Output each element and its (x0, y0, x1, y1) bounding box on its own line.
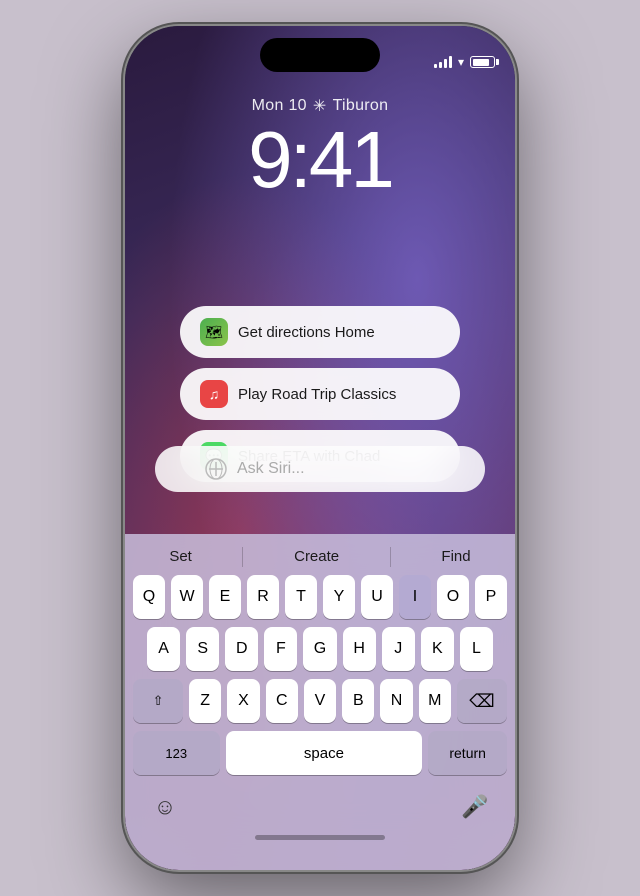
space-key[interactable]: space (226, 731, 423, 775)
battery-icon (470, 56, 495, 68)
screen: ▾ Mon 10 ✳︎ Tiburon 9:41 🗺 Get direction… (125, 26, 515, 870)
signal-icon (434, 56, 452, 68)
key-n[interactable]: N (380, 679, 412, 723)
phone-frame: ▾ Mon 10 ✳︎ Tiburon 9:41 🗺 Get direction… (125, 26, 515, 870)
clock-area: Mon 10 ✳︎ Tiburon 9:41 (125, 96, 515, 200)
mic-button[interactable]: 🎤 (455, 787, 495, 827)
maps-icon: 🗺 (200, 318, 228, 346)
keyboard-bottom-bar: ☺ 🎤 (129, 783, 511, 829)
key-a[interactable]: A (147, 627, 180, 671)
numbers-key[interactable]: 123 (133, 731, 220, 775)
key-k[interactable]: K (421, 627, 454, 671)
key-u[interactable]: U (361, 575, 393, 619)
key-h[interactable]: H (343, 627, 376, 671)
clock-time: 9:41 (125, 120, 515, 200)
siri-placeholder: Ask Siri... (237, 460, 305, 478)
clock-date: Mon 10 ✳︎ Tiburon (125, 96, 515, 116)
suggestion-directions-label: Get directions Home (238, 324, 375, 341)
keyboard-row-3: ⇧ Z X C V B N M ⌫ (129, 679, 511, 723)
wifi-icon: ▾ (458, 55, 464, 69)
key-g[interactable]: G (303, 627, 336, 671)
keyboard-row-4: 123 space return (129, 731, 511, 775)
suggestion-directions[interactable]: 🗺 Get directions Home (180, 306, 460, 358)
dynamic-island (260, 38, 380, 72)
key-v[interactable]: V (304, 679, 336, 723)
key-q[interactable]: Q (133, 575, 165, 619)
key-w[interactable]: W (171, 575, 203, 619)
weather-text: Tiburon (333, 97, 389, 115)
key-b[interactable]: B (342, 679, 374, 723)
quicktype-set[interactable]: Set (159, 544, 202, 569)
quicktype-find[interactable]: Find (431, 544, 480, 569)
key-d[interactable]: D (225, 627, 258, 671)
key-m[interactable]: M (419, 679, 451, 723)
status-icons: ▾ (434, 55, 495, 69)
key-o[interactable]: O (437, 575, 469, 619)
shift-key[interactable]: ⇧ (133, 679, 183, 723)
quicktype-bar: Set Create Find (129, 540, 511, 575)
quicktype-create[interactable]: Create (284, 544, 349, 569)
siri-input-display: Ask Siri... (155, 446, 485, 492)
key-r[interactable]: R (247, 575, 279, 619)
sun-icon: ✳︎ (313, 96, 327, 116)
home-indicator (255, 835, 385, 840)
siri-input-area: Ask Siri... (155, 446, 485, 492)
keyboard: Set Create Find Q W E R T Y U I O P (125, 534, 515, 870)
siri-circle-icon (205, 458, 227, 480)
key-x[interactable]: X (227, 679, 259, 723)
key-s[interactable]: S (186, 627, 219, 671)
date-text: Mon 10 (252, 97, 307, 115)
quicktype-divider-1 (242, 547, 243, 567)
emoji-button[interactable]: ☺ (145, 787, 185, 827)
key-t[interactable]: T (285, 575, 317, 619)
return-key[interactable]: return (428, 731, 507, 775)
suggestion-music-label: Play Road Trip Classics (238, 386, 396, 403)
keyboard-row-2: A S D F G H J K L (129, 627, 511, 671)
key-p[interactable]: P (475, 575, 507, 619)
key-z[interactable]: Z (189, 679, 221, 723)
key-i[interactable]: I (399, 575, 431, 619)
key-c[interactable]: C (266, 679, 298, 723)
quicktype-divider-2 (390, 547, 391, 567)
key-y[interactable]: Y (323, 575, 355, 619)
key-l[interactable]: L (460, 627, 493, 671)
keyboard-row-1: Q W E R T Y U I O P (129, 575, 511, 619)
key-e[interactable]: E (209, 575, 241, 619)
key-j[interactable]: J (382, 627, 415, 671)
suggestion-music[interactable]: ♫ Play Road Trip Classics (180, 368, 460, 420)
key-f[interactable]: F (264, 627, 297, 671)
delete-key[interactable]: ⌫ (457, 679, 507, 723)
music-icon: ♫ (200, 380, 228, 408)
